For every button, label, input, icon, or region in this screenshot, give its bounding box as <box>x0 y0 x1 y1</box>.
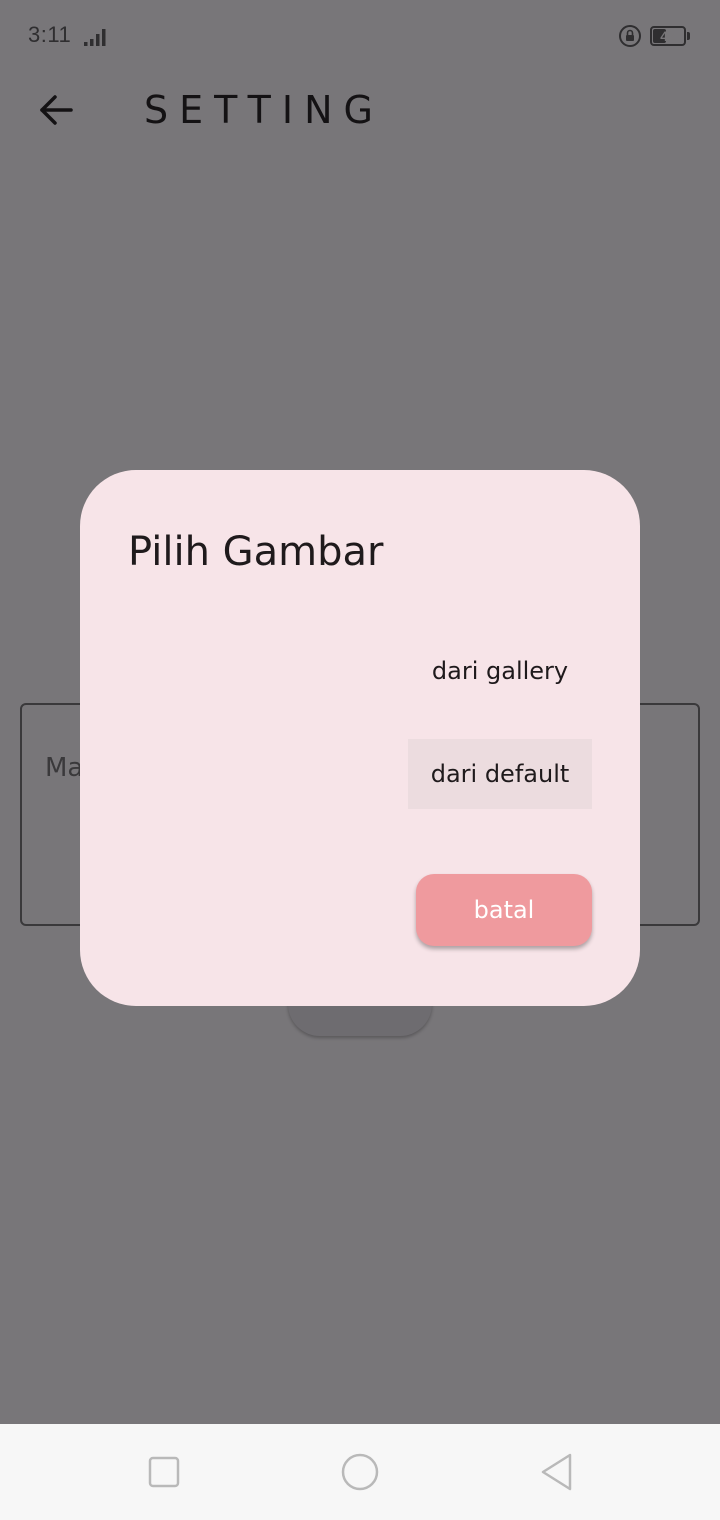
arrow-left-icon <box>40 95 73 125</box>
status-bar: 3:11 42 <box>0 0 720 72</box>
option-from-default[interactable]: dari default <box>408 739 592 809</box>
signal-icon <box>84 29 106 46</box>
back-icon <box>541 1453 572 1491</box>
option-from-gallery[interactable]: dari gallery <box>408 636 592 706</box>
recents-icon <box>148 1456 180 1488</box>
back-button[interactable] <box>28 84 84 136</box>
home-icon <box>341 1453 379 1491</box>
battery-percentage: 42 <box>660 28 676 44</box>
dialog-title: Pilih Gambar <box>128 529 384 575</box>
choose-image-dialog: Pilih Gambar dari gallery dari default b… <box>80 470 640 1006</box>
battery-tip <box>687 32 690 40</box>
battery-icon: 42 <box>650 26 686 46</box>
navigation-bar <box>0 1424 720 1520</box>
cancel-button[interactable]: batal <box>416 874 592 946</box>
recents-button[interactable] <box>140 1448 188 1496</box>
nav-back-button[interactable] <box>532 1448 580 1496</box>
home-button[interactable] <box>336 1448 384 1496</box>
status-time: 3:11 <box>28 22 72 47</box>
rotation-lock-icon <box>619 25 641 47</box>
page-title: SETTING <box>144 88 384 132</box>
